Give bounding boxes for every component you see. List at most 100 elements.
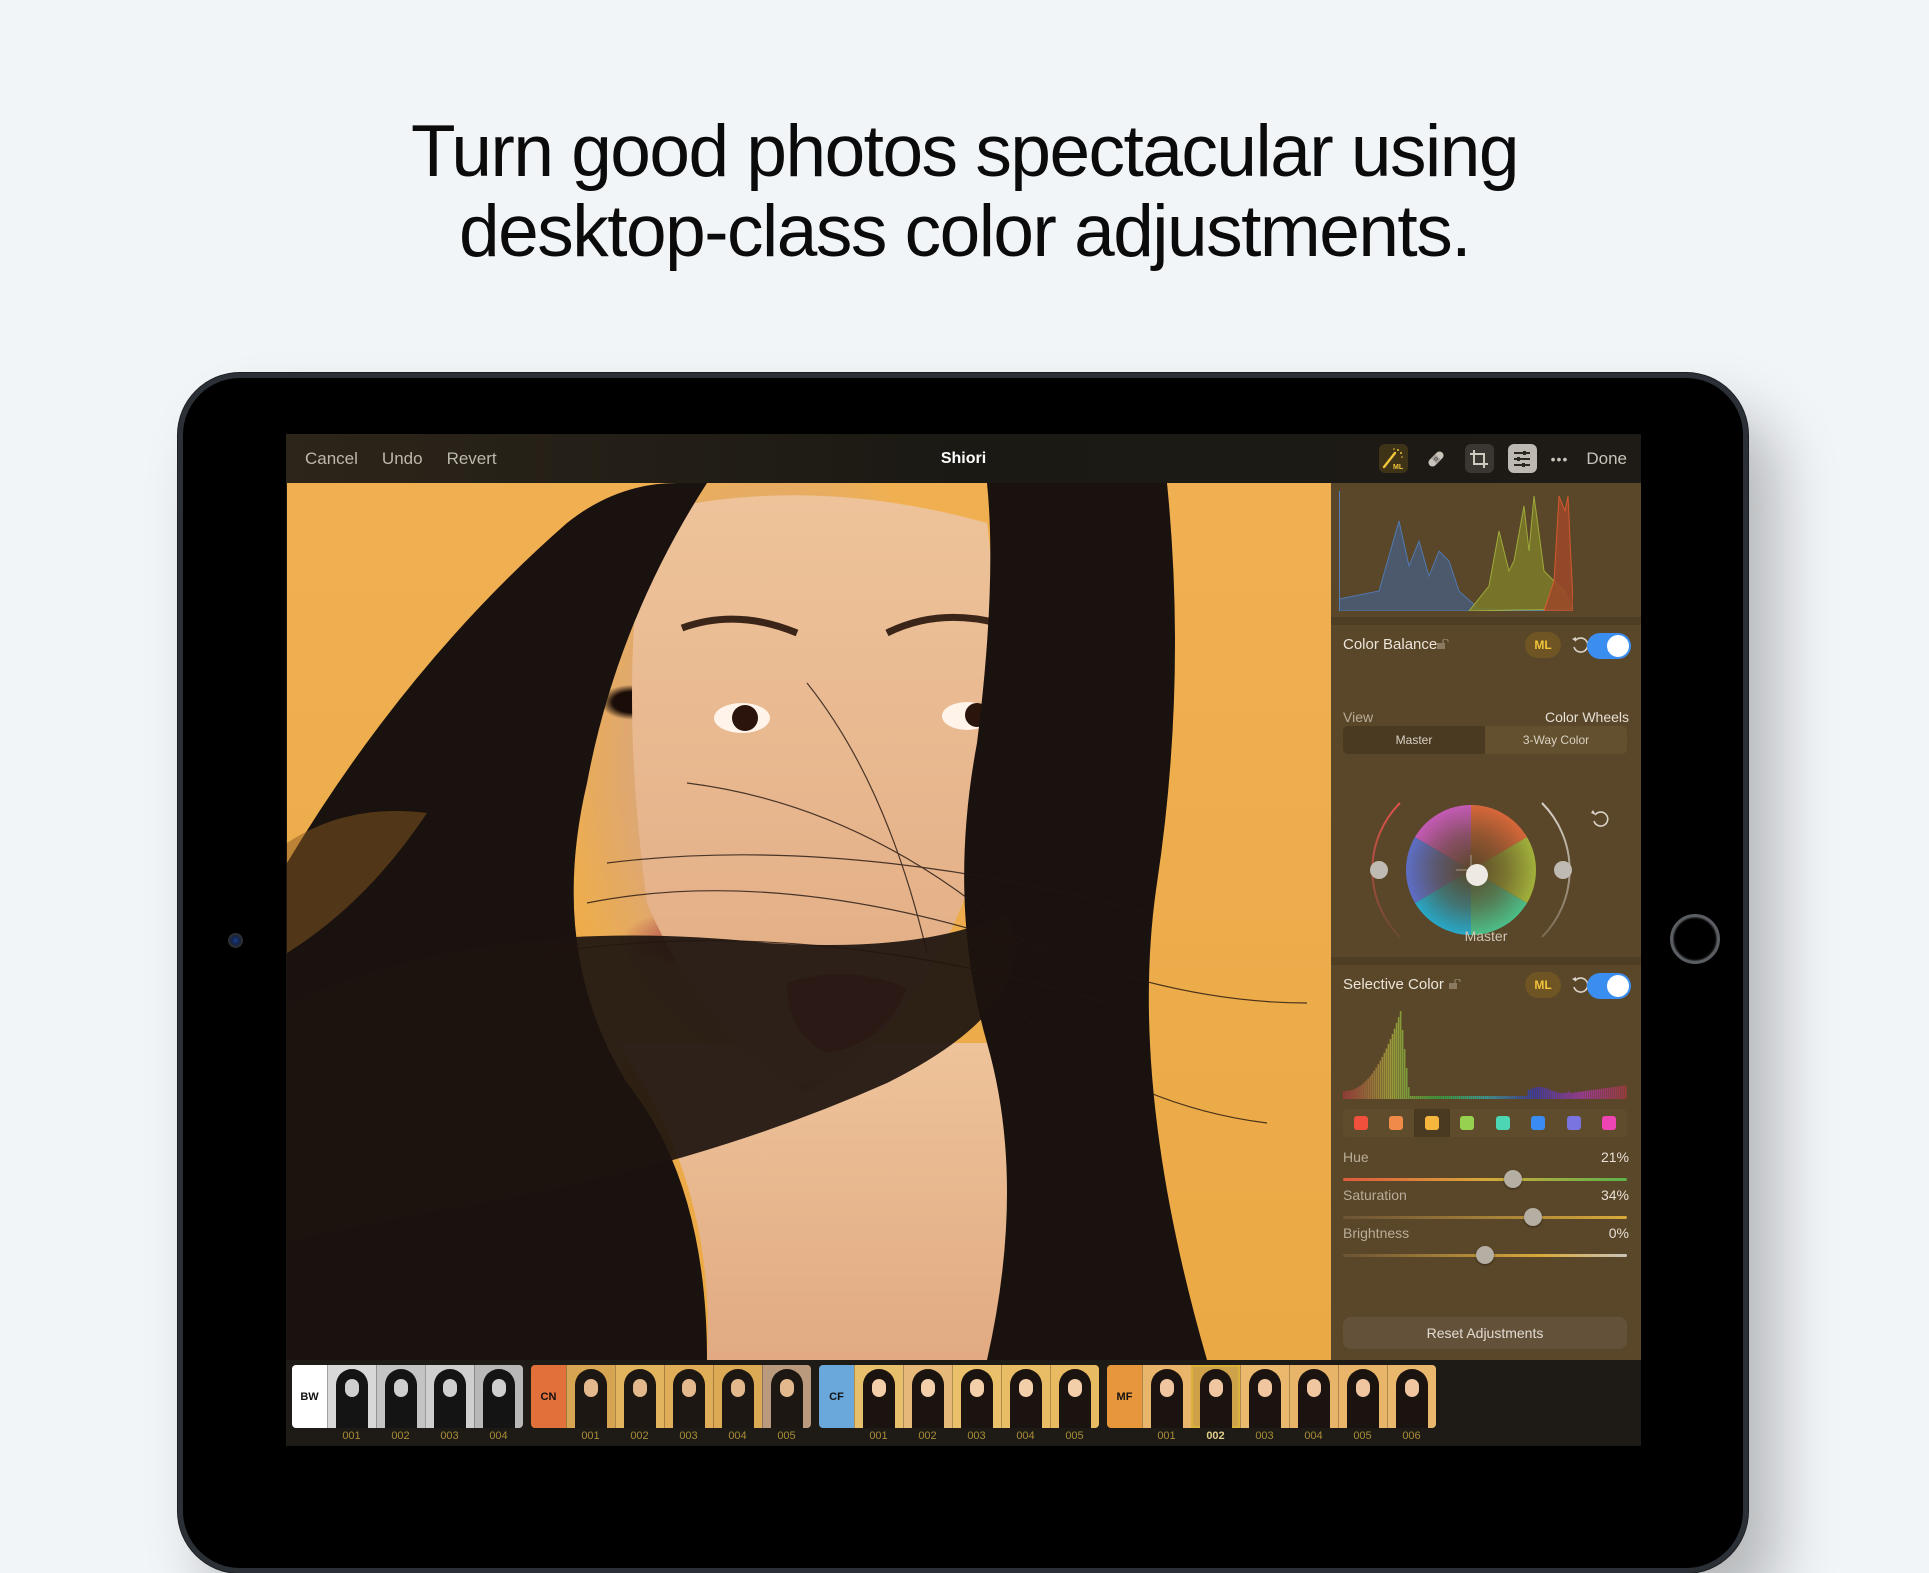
hue-histogram-bar (1357, 1087, 1359, 1099)
filter-thumb-cn-005[interactable] (762, 1365, 811, 1428)
filter-thumb-cf-004[interactable] (1001, 1365, 1050, 1428)
thumb-face (1160, 1379, 1174, 1397)
segment-master[interactable]: Master (1343, 726, 1485, 754)
crop-button[interactable] (1464, 444, 1494, 473)
swatch-orange[interactable] (1379, 1109, 1415, 1137)
hue-slider-knob[interactable] (1504, 1170, 1523, 1188)
filter-thumb-label: 005 (1353, 1430, 1372, 1442)
filter-thumb-mf-004[interactable] (1289, 1365, 1338, 1428)
hue-histogram-bar (1383, 1052, 1386, 1099)
hue-histogram-bar (1521, 1096, 1524, 1099)
hue-histogram-bar (1523, 1096, 1526, 1099)
hue-histogram-bar (1568, 1091, 1570, 1099)
swatch-green[interactable] (1450, 1109, 1486, 1137)
swatch-blue[interactable] (1521, 1109, 1557, 1137)
hue-histogram-bar (1582, 1091, 1584, 1099)
right-arc-knob[interactable] (1554, 861, 1572, 879)
filter-thumb-cf-005[interactable] (1050, 1365, 1099, 1428)
filter-thumb-mf-001[interactable] (1142, 1365, 1191, 1428)
cancel-button[interactable]: Cancel (305, 449, 358, 469)
brightness-slider-knob[interactable] (1476, 1246, 1494, 1264)
filter-group-tag-mf[interactable]: MF (1107, 1365, 1142, 1428)
repair-button[interactable] (1422, 444, 1451, 473)
more-ellipsis-icon[interactable]: ••• (1551, 451, 1569, 467)
hue-histogram-bar (1391, 1034, 1394, 1099)
selective-color-ml-button[interactable]: ML (1525, 972, 1561, 998)
thumb-face (682, 1379, 696, 1397)
swatch-yellow[interactable] (1414, 1109, 1450, 1137)
hue-histogram-bar (1462, 1096, 1465, 1099)
color-balance-ml-button[interactable]: ML (1525, 632, 1561, 658)
hue-histogram-bar (1507, 1096, 1509, 1099)
adjustments-button[interactable] (1507, 444, 1537, 473)
hue-slider-track[interactable] (1343, 1178, 1627, 1181)
saturation-slider-track[interactable] (1343, 1216, 1627, 1219)
swatch-aqua[interactable] (1485, 1109, 1521, 1137)
hue-histogram-bar (1363, 1082, 1365, 1099)
filter-thumb-mf-002[interactable] (1191, 1365, 1240, 1428)
rgb-histogram (1339, 491, 1573, 611)
saturation-label: Saturation (1343, 1187, 1407, 1203)
filter-thumb-cf-001[interactable] (854, 1365, 903, 1428)
color-wheel-puck[interactable] (1466, 864, 1488, 886)
color-wheel-segmented-control: Master 3-Way Color (1343, 726, 1627, 754)
hue-histogram-bar (1478, 1096, 1481, 1099)
headline-line-2: desktop-class color adjustments. (459, 191, 1471, 272)
done-button[interactable]: Done (1586, 449, 1627, 469)
selective-color-toggle[interactable] (1587, 973, 1631, 999)
hue-histogram-bar (1452, 1096, 1455, 1099)
headline-line-1: Turn good photos spectacular using (411, 111, 1519, 192)
filter-group-tag-cf[interactable]: CF (819, 1365, 854, 1428)
thumb-face (443, 1379, 457, 1397)
thumb-figure (912, 1369, 944, 1428)
filter-thumb-cf-002[interactable] (903, 1365, 952, 1428)
swatch-color-blue (1531, 1116, 1546, 1130)
hue-histogram-bar (1411, 1096, 1414, 1099)
segment-3-way-color[interactable]: 3-Way Color (1485, 726, 1627, 754)
filter-thumb-bw-001[interactable] (327, 1365, 376, 1428)
bandage-repair-icon (1428, 450, 1444, 467)
filter-thumb-cn-003[interactable] (664, 1365, 713, 1428)
filter-thumb-bw-002[interactable] (376, 1365, 425, 1428)
filter-group-tag-bw[interactable]: BW (292, 1365, 327, 1428)
swatch-red[interactable] (1343, 1109, 1379, 1137)
thumb-figure (483, 1369, 515, 1428)
filter-thumb-cn-004[interactable] (713, 1365, 762, 1428)
filter-thumb-cn-001[interactable] (566, 1365, 615, 1428)
revert-button[interactable]: Revert (447, 449, 497, 469)
filter-thumb-mf-006[interactable] (1387, 1365, 1436, 1428)
filter-thumb-cn-002[interactable] (615, 1365, 664, 1428)
swatch-purple[interactable] (1556, 1109, 1592, 1137)
hue-histogram-bar (1387, 1043, 1390, 1099)
saturation-value: 34% (1600, 1187, 1629, 1203)
filter-group-tag-cn[interactable]: CN (531, 1365, 566, 1428)
filter-thumb-bw-003[interactable] (425, 1365, 474, 1428)
filter-thumb-cf-003[interactable] (952, 1365, 1001, 1428)
hue-histogram-bar (1456, 1096, 1459, 1099)
hue-histogram-bar (1397, 1017, 1400, 1099)
view-dropdown[interactable]: Color Wheels (1545, 709, 1629, 725)
filter-thumb-mf-003[interactable] (1240, 1365, 1289, 1428)
hue-histogram-bar (1584, 1091, 1587, 1099)
filter-thumb-label: 003 (679, 1430, 698, 1442)
ml-enhance-button[interactable]: ML (1378, 444, 1408, 473)
unlock-icon[interactable] (1437, 639, 1449, 649)
color-balance-toggle[interactable] (1587, 633, 1631, 659)
hue-histogram-bar (1608, 1087, 1611, 1099)
filter-thumb-mf-005[interactable] (1338, 1365, 1387, 1428)
home-button[interactable] (1670, 914, 1720, 964)
saturation-slider-knob[interactable] (1524, 1208, 1543, 1226)
hue-histogram-bar (1588, 1090, 1591, 1099)
swatch-color-yellow (1424, 1116, 1439, 1130)
hue-histogram-bar (1566, 1092, 1568, 1099)
hue-histogram-bar (1537, 1087, 1540, 1099)
reset-adjustments-button[interactable]: Reset Adjustments (1343, 1317, 1627, 1349)
unlock-icon-2[interactable] (1449, 979, 1461, 989)
undo-button[interactable]: Undo (382, 449, 423, 469)
swatch-magenta[interactable] (1592, 1109, 1628, 1137)
filter-thumb-bw-004[interactable] (474, 1365, 523, 1428)
left-arc-knob[interactable] (1370, 861, 1388, 879)
hue-histogram-bar (1590, 1090, 1593, 1099)
wheel-reset-icon[interactable] (1591, 810, 1609, 827)
photo-canvas[interactable] (287, 483, 1331, 1360)
